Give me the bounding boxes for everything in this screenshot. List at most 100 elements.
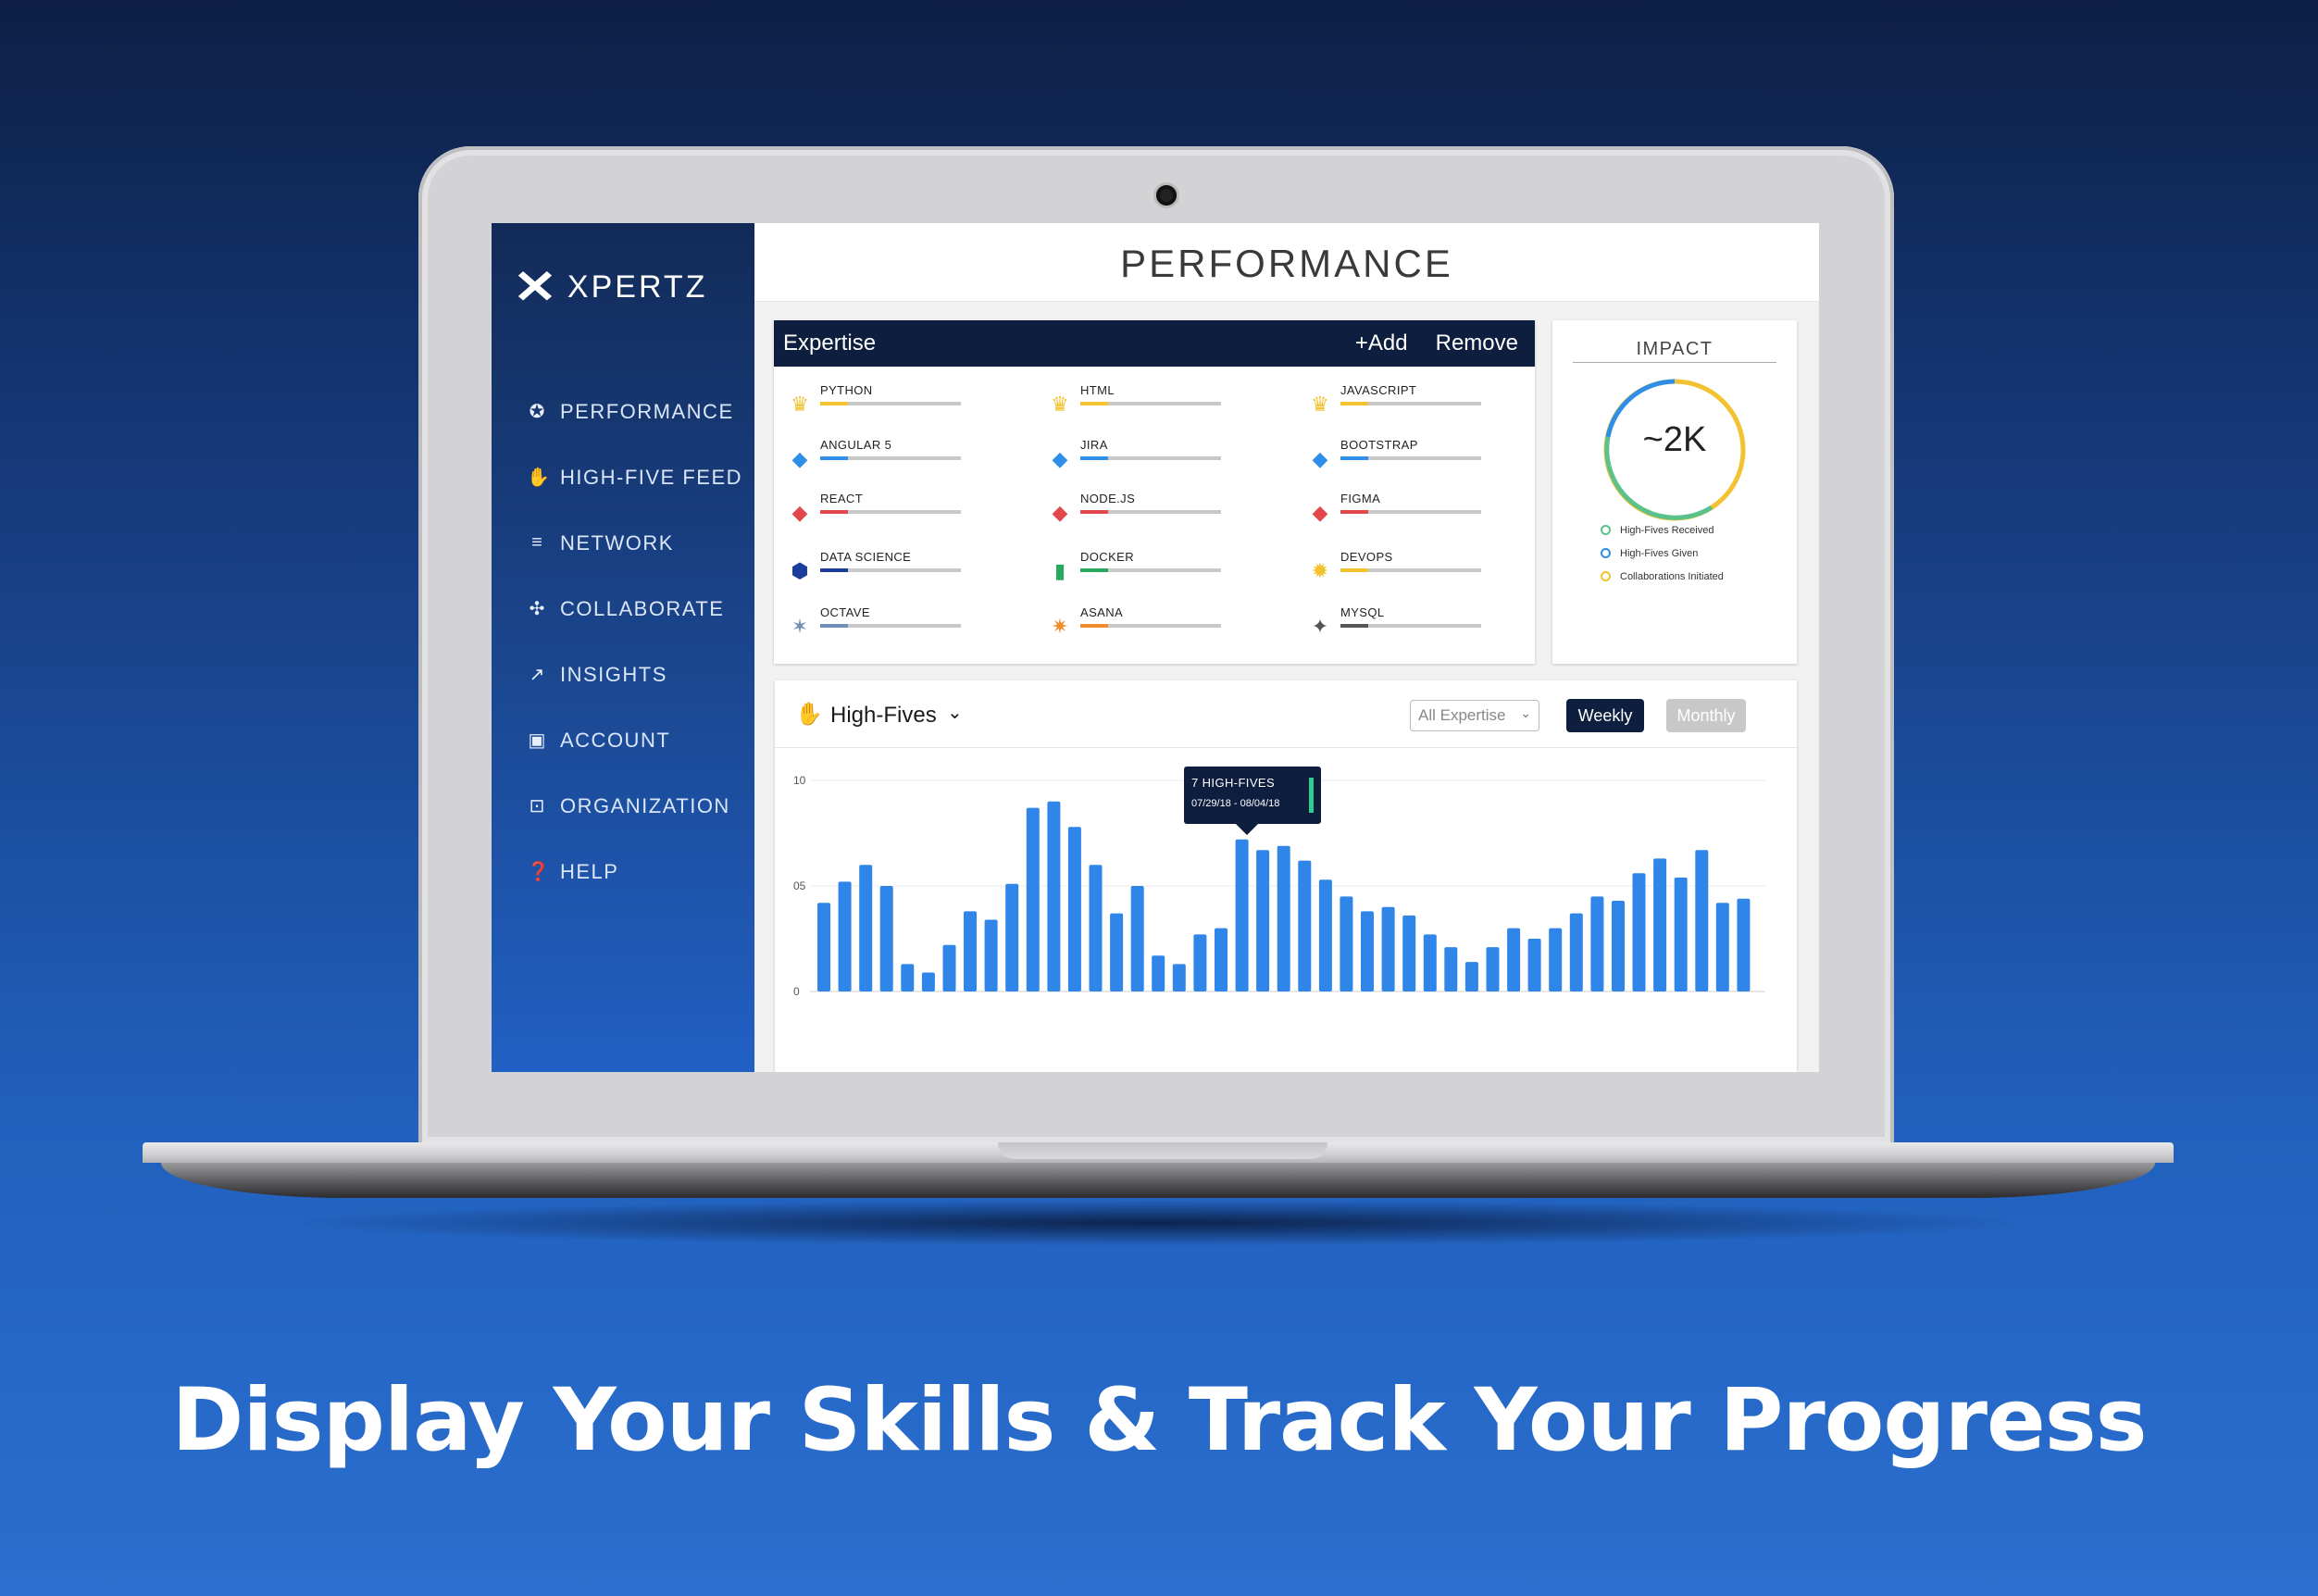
skill-item[interactable]: ◆ BOOTSTRAP — [1307, 438, 1492, 475]
skill-progress-fill — [1080, 402, 1109, 405]
skill-item[interactable]: ⬢ DATA SCIENCE — [787, 550, 972, 587]
chart-bar[interactable] — [1277, 845, 1290, 991]
skill-progress-fill — [820, 568, 849, 572]
chart-bar[interactable] — [838, 881, 852, 991]
chart-bar[interactable] — [901, 964, 915, 991]
chart-bar[interactable] — [1507, 928, 1521, 991]
skill-item[interactable]: ✹ DEVOPS — [1307, 550, 1492, 587]
chart-bar[interactable] — [984, 919, 998, 992]
sidebar-item-performance[interactable]: ✪ PERFORMANCE — [527, 379, 742, 444]
skill-item[interactable]: ◆ NODE.JS — [1047, 492, 1232, 529]
chart-bar[interactable] — [1444, 947, 1458, 991]
skill-name: HTML — [1080, 383, 1115, 397]
brand-name: XPERTZ — [567, 268, 708, 305]
chart-bar[interactable] — [1193, 934, 1207, 991]
chevron-down-icon[interactable]: ⌄ — [947, 701, 963, 724]
skill-item[interactable]: ◆ REACT — [787, 492, 972, 529]
sun-icon: ✹ — [1311, 559, 1329, 582]
ruby-icon: ◆ — [1052, 501, 1068, 524]
chart-bar[interactable] — [1464, 962, 1478, 991]
sidebar-item-insights[interactable]: ↗ INSIGHTS — [527, 642, 742, 707]
skill-progress-track — [1080, 624, 1221, 628]
skill-name: DATA SCIENCE — [820, 550, 912, 564]
sidebar-item-network[interactable]: ≡ NETWORK — [527, 510, 742, 576]
chart-bar[interactable] — [1590, 896, 1604, 991]
sidebar-item-label: NETWORK — [560, 530, 674, 555]
chart-bar[interactable] — [1527, 939, 1541, 991]
emerald-icon: ▮ — [1053, 559, 1066, 582]
skill-progress-track — [1080, 402, 1221, 405]
sidebar-item-help[interactable]: ❓ HELP — [527, 839, 742, 904]
legend-label: High-Fives Received — [1620, 524, 1714, 536]
chart-bar[interactable] — [1215, 928, 1228, 991]
chart-bar[interactable] — [817, 903, 830, 991]
chart-bar[interactable] — [1653, 858, 1667, 991]
chart-bar[interactable] — [1067, 827, 1081, 991]
skill-item[interactable]: ◆ ANGULAR 5 — [787, 438, 972, 475]
chart-bar[interactable] — [964, 911, 977, 991]
chart-bar[interactable] — [1423, 934, 1437, 991]
remove-skill-button[interactable]: Remove — [1436, 330, 1518, 356]
sidebar-nav: ✪ PERFORMANCE ✋ HIGH-FIVE FEED ≡ NETWORK… — [527, 379, 742, 904]
tooltip-count: 7 HIGH-FIVES — [1191, 776, 1276, 790]
skill-item[interactable]: ▮ DOCKER — [1047, 550, 1232, 587]
chart-bar[interactable] — [1549, 928, 1563, 991]
skill-item[interactable]: ◆ JIRA — [1047, 438, 1232, 475]
legend-item: High-Fives Given — [1601, 542, 1724, 565]
skill-progress-track — [1340, 402, 1481, 405]
chart-bar[interactable] — [859, 865, 873, 991]
chart-bar[interactable] — [879, 886, 893, 991]
expertise-filter-select[interactable]: All Expertise ⌄ — [1410, 700, 1539, 731]
chart-bar[interactable] — [1089, 865, 1103, 991]
sidebar-item-organization[interactable]: ⊡ ORGANIZATION — [527, 773, 742, 839]
skill-name: ANGULAR 5 — [820, 438, 892, 452]
y-tick-label: 05 — [793, 879, 806, 892]
chart-bar[interactable] — [1047, 801, 1061, 991]
chart-bar[interactable] — [1172, 964, 1186, 991]
chart-bar[interactable] — [1695, 850, 1709, 991]
chart-bar[interactable] — [1026, 807, 1040, 991]
high-fives-title[interactable]: High-Fives — [830, 703, 937, 729]
chart-bar[interactable] — [921, 972, 935, 992]
skill-item[interactable]: ✶ OCTAVE — [787, 605, 972, 642]
brand-logo[interactable]: ✕ XPERTZ — [513, 264, 708, 310]
chart-bar[interactable] — [1361, 911, 1374, 991]
chart-bar[interactable] — [1298, 860, 1312, 991]
add-skill-button[interactable]: +Add — [1355, 330, 1408, 356]
skill-progress-track — [1080, 510, 1221, 514]
sidebar-item-high-five-feed[interactable]: ✋ HIGH-FIVE FEED — [527, 444, 742, 510]
skill-item[interactable]: ◆ FIGMA — [1307, 492, 1492, 529]
skill-progress-fill — [1340, 456, 1369, 460]
monthly-button[interactable]: Monthly — [1666, 699, 1746, 732]
chart-bar[interactable] — [1737, 898, 1751, 991]
chart-bar[interactable] — [1715, 903, 1729, 991]
chart-bar[interactable] — [1110, 913, 1124, 991]
skill-progress-track — [820, 402, 961, 405]
skill-item[interactable]: ✦ MYSQL — [1307, 605, 1492, 642]
sidebar-item-collaborate[interactable]: ✣ COLLABORATE — [527, 576, 742, 642]
chart-bar[interactable] — [1152, 955, 1165, 991]
chart-bar[interactable] — [1318, 879, 1332, 991]
chart-bar[interactable] — [1612, 901, 1625, 991]
chart-bar[interactable] — [1235, 839, 1249, 991]
chart-bar[interactable] — [1674, 877, 1688, 991]
weekly-button[interactable]: Weekly — [1566, 699, 1644, 732]
chart-bar[interactable] — [1381, 906, 1395, 991]
diamond-icon: ◆ — [1312, 447, 1328, 470]
skill-item[interactable]: ✷ ASANA — [1047, 605, 1232, 642]
chart-bar[interactable] — [942, 944, 956, 991]
chart-bar[interactable] — [1632, 873, 1646, 991]
chart-bar[interactable] — [1256, 850, 1270, 991]
skill-name: JAVASCRIPT — [1340, 383, 1417, 397]
chart-bar[interactable] — [1340, 896, 1353, 991]
chart-bar[interactable] — [1486, 947, 1500, 991]
chart-bar[interactable] — [1130, 886, 1144, 991]
chart-bar[interactable] — [1569, 913, 1583, 991]
sidebar-item-account[interactable]: ▣ ACCOUNT — [527, 707, 742, 773]
skill-item[interactable]: ♛ PYTHON — [787, 383, 972, 420]
skill-name: NODE.JS — [1080, 492, 1136, 505]
skill-item[interactable]: ♛ HTML — [1047, 383, 1232, 420]
chart-bar[interactable] — [1402, 915, 1416, 991]
chart-bar[interactable] — [1005, 883, 1019, 991]
skill-item[interactable]: ♛ JAVASCRIPT — [1307, 383, 1492, 420]
